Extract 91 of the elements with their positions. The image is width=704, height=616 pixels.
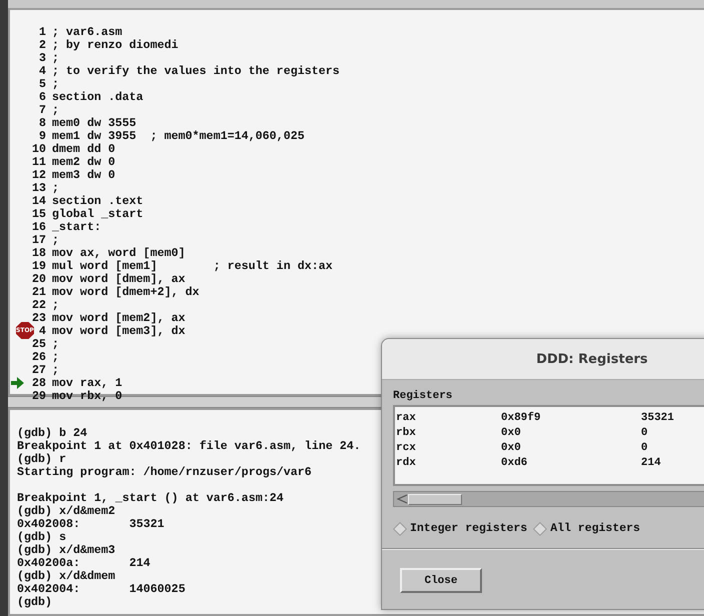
code-line: ; by renzo diomedi: [52, 38, 178, 52]
console-line: 0x40200a: 214: [17, 557, 150, 570]
register-value: 0: [641, 442, 649, 454]
line-number: 6: [38, 90, 46, 104]
register-hex: 0x89f9: [501, 412, 542, 424]
register-hex: 0x0: [501, 442, 522, 454]
code-line: mov rax, 1: [52, 376, 122, 390]
line-number: 3: [38, 50, 46, 64]
register-name: rdx: [396, 456, 417, 468]
code-line: mov word [mem3], dx: [52, 324, 186, 338]
code-line: _start:: [52, 220, 102, 234]
console-line: 0x402004: 14060025: [17, 583, 186, 596]
code-line: mul word [mem1] ; result in dx:ax: [52, 258, 333, 272]
line-number: 7: [38, 102, 46, 116]
line-number: 18: [32, 246, 46, 260]
line-number: 10: [32, 142, 46, 156]
line-number: 8: [38, 116, 46, 130]
code-line: ;: [52, 102, 60, 116]
line-number: 21: [32, 284, 46, 298]
line-number: 14: [32, 194, 46, 208]
line-number: 25: [32, 336, 46, 350]
code-line: mov ax, word [mem0]: [52, 246, 186, 260]
line-number: 2: [38, 38, 46, 52]
register-hex: 0x0: [501, 426, 522, 438]
register-hex: 0xd6: [501, 456, 528, 468]
code-line: ;: [52, 350, 60, 364]
code-line: ;: [52, 50, 60, 64]
code-line: mem0 dw 3555: [52, 116, 136, 130]
code-line: dmem dd 0: [52, 142, 116, 156]
line-number: 28: [32, 376, 46, 390]
console-line: (gdb) x/d&dmem: [17, 570, 116, 583]
window-title: DDD: Registers: [536, 352, 648, 366]
register-name: rax: [396, 412, 417, 424]
code-line: mov rbx, 0: [52, 388, 122, 402]
console-line: (gdb) x/d&mem2: [17, 505, 116, 518]
console-line: Breakpoint 1, _start () at var6.asm:24: [17, 492, 284, 505]
close-button[interactable]: Close: [400, 568, 482, 593]
arrow-icon: [10, 376, 24, 388]
code-line: section .data: [52, 90, 144, 104]
code-line: ;: [52, 76, 60, 90]
register-name: rcx: [396, 442, 417, 454]
section-label: Registers: [393, 390, 454, 402]
line-number: 26: [32, 350, 46, 364]
code-line: mov word [mem2], ax: [52, 310, 186, 324]
register-value: 214: [641, 456, 662, 468]
code-line: ;: [52, 362, 60, 376]
line-number: 29: [32, 388, 46, 402]
console-line: (gdb) r: [17, 453, 66, 466]
line-number: 20: [32, 272, 46, 286]
console-line: Starting program: /home/rnzuser/progs/var6: [17, 466, 312, 479]
line-number: 4: [38, 64, 46, 78]
console-line: (gdb) s: [17, 531, 66, 544]
line-number: 1: [38, 24, 46, 38]
code-line: ; var6.asm: [52, 24, 122, 38]
code-line: mov word [dmem], ax: [52, 272, 186, 286]
radio-option[interactable]: All registers: [533, 522, 640, 535]
scroll-bar[interactable]: [393, 491, 704, 507]
line-number: 16: [32, 220, 46, 234]
line-number: 4: [38, 324, 46, 338]
code-line: ;: [52, 180, 60, 194]
line-number: 9: [38, 128, 46, 142]
line-number: 22: [32, 298, 46, 312]
line-number: 15: [32, 206, 46, 220]
code-line: global _start: [52, 206, 144, 220]
code-line: mov word [dmem+2], dx: [52, 284, 200, 298]
line-number: 19: [32, 258, 46, 272]
line-number: 17: [32, 232, 46, 246]
line-number: 11: [32, 154, 46, 168]
code-line: ;: [52, 298, 60, 312]
code-line: mem3 dw 0: [52, 168, 116, 182]
line-number: 5: [38, 76, 46, 90]
code-line: mem1 dw 3955 ; mem0*mem1=14,060,025: [52, 128, 304, 142]
code-line: section .text: [52, 194, 144, 208]
console-line: (gdb) b 24: [17, 427, 88, 440]
register-value: 0: [641, 426, 649, 438]
register-value: 35321: [641, 412, 676, 424]
code-line: ;: [52, 336, 60, 350]
line-number: 23: [32, 310, 46, 324]
console-line: Breakpoint 1 at 0x401028: file var6.asm, line 24.: [17, 440, 361, 453]
console-line: 0x402008: 35321: [17, 518, 164, 531]
radio-option[interactable]: Integer registers: [393, 522, 528, 535]
scroll-thumb[interactable]: [408, 494, 462, 504]
line-number: 27: [32, 362, 46, 376]
line-number: 12: [32, 168, 46, 182]
register-name: rbx: [396, 426, 417, 438]
code-line: ;: [52, 232, 60, 246]
line-number: 13: [32, 180, 46, 194]
code-line: mem2 dw 0: [52, 154, 116, 168]
code-line: ; to verify the values into the registers: [52, 64, 340, 78]
console-line: (gdb): [17, 596, 52, 609]
console-line: (gdb) x/d&mem3: [17, 544, 116, 557]
